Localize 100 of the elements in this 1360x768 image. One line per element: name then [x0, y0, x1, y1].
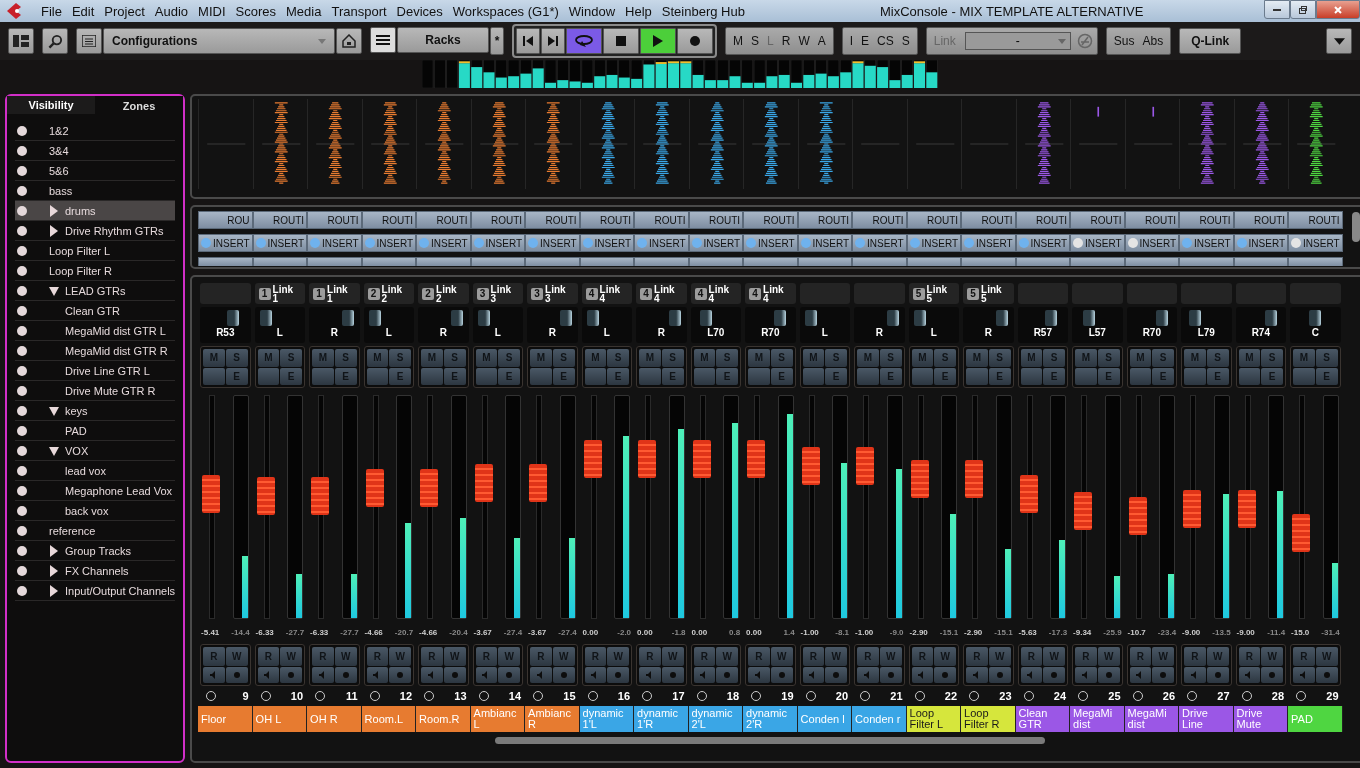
mute-button[interactable]: M: [1238, 349, 1261, 367]
insert-button[interactable]: INSERT: [634, 234, 689, 252]
pan-thumb[interactable]: [1155, 310, 1168, 326]
rack-slot-button[interactable]: [579, 257, 635, 266]
channel-name[interactable]: Room.L: [361, 706, 417, 732]
speaker-button[interactable]: [911, 667, 934, 683]
insert-button[interactable]: INSERT: [416, 234, 471, 252]
visibility-dot-icon[interactable]: [17, 165, 27, 176]
visibility-dot-icon[interactable]: [17, 505, 27, 516]
speaker-button[interactable]: [1020, 667, 1043, 683]
fader-handle[interactable]: [311, 476, 330, 515]
layout-button[interactable]: [8, 28, 34, 54]
write-button[interactable]: W: [770, 647, 793, 666]
menu-item[interactable]: File: [36, 0, 67, 22]
fader-handle[interactable]: [365, 469, 384, 508]
write-button[interactable]: W: [389, 647, 412, 666]
routing-button[interactable]: ROUTI: [361, 211, 417, 229]
channel-name[interactable]: dynamic 2'L: [688, 706, 744, 732]
solo-button[interactable]: S: [1206, 349, 1229, 367]
read-button[interactable]: R: [966, 647, 988, 666]
listen-button[interactable]: [257, 367, 280, 385]
routing-button[interactable]: ROUTI: [252, 211, 308, 229]
configurations-dropdown[interactable]: Configurations: [103, 28, 335, 54]
speaker-button[interactable]: [639, 667, 661, 683]
volume-fader[interactable]: [965, 395, 984, 619]
read-button[interactable]: R: [748, 647, 770, 666]
expanded-triangle-icon[interactable]: [49, 404, 59, 417]
visibility-dot-icon[interactable]: [17, 305, 27, 316]
tree-item[interactable]: MegaMid dist GTR R: [15, 341, 176, 361]
pan-thumb[interactable]: [913, 310, 926, 326]
rack-slot-button[interactable]: [634, 257, 689, 266]
edit-button[interactable]: E: [1043, 367, 1066, 385]
solo-button[interactable]: S: [1043, 349, 1066, 367]
channel-name[interactable]: Floor: [198, 706, 253, 732]
record-button[interactable]: [677, 28, 713, 54]
next-button[interactable]: [541, 28, 565, 54]
fader-handle[interactable]: [856, 447, 875, 486]
read-button[interactable]: R: [911, 647, 934, 666]
volume-fader[interactable]: [583, 395, 602, 619]
write-button[interactable]: W: [934, 647, 957, 666]
insert-button[interactable]: INSERT: [1124, 234, 1180, 252]
fader-handle[interactable]: [638, 439, 657, 478]
fader-handle[interactable]: [1183, 489, 1202, 528]
pan-thumb[interactable]: [342, 310, 355, 326]
fader-handle[interactable]: [583, 439, 602, 478]
volume-fader[interactable]: [1292, 395, 1311, 619]
pan-thumb[interactable]: [1044, 310, 1057, 326]
channel-name[interactable]: OH L: [252, 706, 308, 732]
visibility-dot-icon[interactable]: [17, 285, 27, 296]
edit-button[interactable]: E: [716, 367, 739, 385]
write-button[interactable]: W: [498, 647, 521, 666]
pan-thumb[interactable]: [1265, 310, 1278, 326]
menu-item[interactable]: Workspaces (G1*): [447, 0, 564, 22]
maximize-button[interactable]: [1290, 0, 1316, 19]
insert-button[interactable]: INSERT: [198, 234, 253, 252]
expanded-triangle-icon[interactable]: [49, 444, 59, 457]
read-button[interactable]: R: [475, 647, 498, 666]
pan-thumb[interactable]: [226, 310, 239, 326]
rack-slot-button[interactable]: [470, 257, 526, 266]
read-button[interactable]: R: [203, 647, 225, 666]
speaker-button[interactable]: [857, 667, 879, 683]
volume-fader[interactable]: [202, 395, 221, 619]
solo-button[interactable]: S: [879, 349, 902, 367]
state-toggle[interactable]: CS: [874, 34, 897, 48]
visibility-dot-icon[interactable]: [17, 365, 27, 376]
visibility-dot-icon[interactable]: [17, 205, 27, 216]
channel-name[interactable]: Clean GTR: [1015, 706, 1071, 732]
listen-button[interactable]: [802, 367, 825, 385]
pan-thumb[interactable]: [1083, 310, 1096, 326]
channel-name[interactable]: Loop Filter R: [961, 706, 1016, 732]
speaker-button[interactable]: [584, 667, 607, 683]
edit-button[interactable]: E: [443, 367, 466, 385]
mute-button[interactable]: M: [203, 349, 225, 367]
speaker-button[interactable]: [421, 667, 443, 683]
menu-item[interactable]: Scores: [230, 0, 281, 22]
menu-item[interactable]: Steinberg Hub: [656, 0, 750, 22]
edit-button[interactable]: E: [498, 367, 521, 385]
fader-handle[interactable]: [529, 463, 548, 502]
routing-button[interactable]: ROUTI: [307, 211, 362, 229]
rack-slot-button[interactable]: [1124, 257, 1180, 266]
solo-button[interactable]: S: [770, 349, 793, 367]
routing-button[interactable]: ROUTI: [525, 211, 580, 229]
visibility-dot-icon[interactable]: [17, 585, 27, 596]
channel-name[interactable]: MegaMi dist: [1124, 706, 1180, 732]
edit-button[interactable]: E: [770, 367, 793, 385]
stop-button[interactable]: [603, 28, 639, 54]
mute-button[interactable]: M: [857, 349, 879, 367]
tree-item[interactable]: drums: [15, 201, 176, 221]
menu-item[interactable]: Edit: [66, 0, 100, 22]
visibility-dot-icon[interactable]: [17, 545, 27, 556]
fader-handle[interactable]: [420, 469, 439, 508]
write-button[interactable]: W: [825, 647, 848, 666]
edit-button[interactable]: E: [1261, 367, 1284, 385]
tree-item[interactable]: 1&2: [15, 121, 176, 141]
channel-name[interactable]: Drive Line: [1179, 706, 1234, 732]
edit-button[interactable]: E: [552, 367, 575, 385]
volume-fader[interactable]: [1128, 395, 1147, 619]
pan-thumb[interactable]: [560, 310, 573, 326]
volume-fader[interactable]: [1074, 395, 1093, 619]
rack-slot-button[interactable]: [361, 257, 417, 266]
